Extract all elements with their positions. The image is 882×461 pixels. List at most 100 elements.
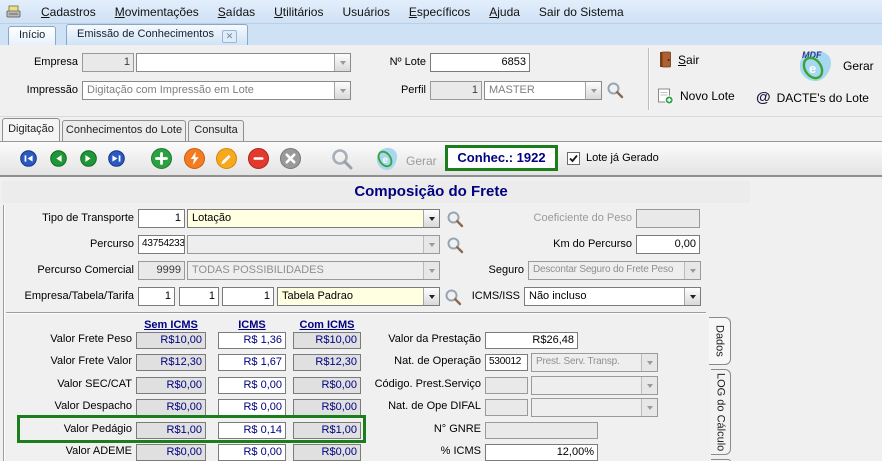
icms-iss-value: Não incluso <box>529 290 587 302</box>
menu-ajuda[interactable]: Ajuda <box>489 5 520 19</box>
chevron-down-icon[interactable] <box>334 82 350 99</box>
novo-lote-button[interactable]: Novo Lote <box>657 87 735 105</box>
sidetab-log-do-calculo[interactable]: LOG do Cálculo <box>711 369 731 455</box>
chevron-down-icon[interactable] <box>641 377 657 394</box>
ett-tabela-field[interactable]: 1 <box>179 287 219 306</box>
ett-empresa-field[interactable]: 1 <box>138 287 175 306</box>
subtab-consulta[interactable]: Consulta <box>188 120 244 141</box>
seccat-sem-icms[interactable]: R$0,00 <box>136 377 206 394</box>
col-icms-header: ICMS <box>238 319 266 331</box>
gerar-mdfe-label: Gerar <box>843 59 874 73</box>
next-record-button[interactable] <box>80 150 97 167</box>
ett-combo[interactable]: Tabela Padrao <box>277 287 440 306</box>
tab-inicio-label: Início <box>19 29 46 41</box>
impressao-combo[interactable]: Digitação com Impressão em Lote <box>82 81 351 100</box>
chevron-down-icon[interactable] <box>684 262 700 279</box>
menu-saidas[interactable]: Saídas <box>218 5 255 19</box>
chevron-down-icon[interactable] <box>684 288 700 305</box>
tab-emissao-conhecimentos[interactable]: Emissão de Conhecimentos ✕ <box>66 24 248 45</box>
door-icon <box>660 51 671 68</box>
generate-bolt-button[interactable] <box>184 148 205 169</box>
codigo-prest-combo[interactable] <box>531 376 658 395</box>
chevron-down-icon[interactable] <box>423 210 439 227</box>
percurso-combo[interactable] <box>187 235 440 254</box>
frete-peso-sem-icms[interactable]: R$10,00 <box>136 332 206 349</box>
seccat-icms[interactable]: R$ 0,00 <box>218 377 286 394</box>
empresa-code-field[interactable]: 1 <box>82 53 134 72</box>
perfil-code-field[interactable]: 1 <box>430 81 482 100</box>
menu-usuarios[interactable]: Usuários <box>342 5 389 19</box>
menu-sair-do-sistema[interactable]: Sair do Sistema <box>539 5 624 19</box>
previous-record-button[interactable] <box>50 150 67 167</box>
seguro-label: Seguro <box>488 264 524 276</box>
menu-utilitarios[interactable]: Utilitários <box>274 5 323 19</box>
chevron-down-icon[interactable] <box>423 288 439 305</box>
ett-tarifa-field[interactable]: 1 <box>222 287 274 306</box>
subtab-conhecimentos-do-lote[interactable]: Conhecimentos do Lote <box>62 120 186 141</box>
lote-field[interactable]: 6853 <box>430 53 530 72</box>
coeficiente-peso-field[interactable] <box>636 209 700 228</box>
edit-button[interactable] <box>216 148 237 169</box>
menu-especificos[interactable]: Específicos <box>409 5 470 19</box>
last-record-button[interactable] <box>108 150 125 167</box>
percurso-label: Percurso <box>89 238 134 250</box>
despacho-sem-icms[interactable]: R$0,00 <box>136 399 206 416</box>
nat-difal-combo[interactable] <box>531 398 658 417</box>
tipo-transporte-combo[interactable]: Lotação <box>187 209 440 228</box>
menu-cadastros[interactable]: Cadastros <box>41 5 96 19</box>
lote-ja-gerado-label: Lote já Gerado <box>586 152 659 164</box>
icms-iss-combo[interactable]: Não incluso <box>524 287 701 306</box>
percurso-search-icon[interactable] <box>446 236 464 254</box>
nat-operacao-code-field[interactable]: 530012 <box>485 354 528 371</box>
gerar-mdfe-button[interactable]: MDF e Gerar <box>793 48 874 84</box>
ademe-sem-icms[interactable]: R$0,00 <box>136 444 206 461</box>
frete-valor-icms[interactable]: R$ 1,67 <box>218 354 286 371</box>
delete-button[interactable] <box>248 148 269 169</box>
chevron-down-icon[interactable] <box>334 54 350 71</box>
frete-valor-sem-icms[interactable]: R$12,30 <box>136 354 206 371</box>
seguro-combo[interactable]: Descontar Seguro do Frete Peso <box>528 261 701 280</box>
icms-percent-label: % ICMS <box>440 445 481 457</box>
pedagio-sem-icms[interactable]: R$1,00 <box>136 422 206 439</box>
add-button[interactable] <box>151 148 172 169</box>
first-record-button[interactable] <box>20 150 37 167</box>
dacte-button[interactable]: @ DACTE's do Lote <box>756 89 869 106</box>
perfil-search-icon[interactable] <box>606 81 624 99</box>
gnre-field[interactable] <box>485 422 598 439</box>
frete-peso-icms[interactable]: R$ 1,36 <box>218 332 286 349</box>
lote-ja-gerado-checkbox[interactable] <box>567 152 580 165</box>
icms-percent-field[interactable]: 12,00% <box>485 444 598 461</box>
nat-operacao-label: Nat. de Operação <box>394 355 481 367</box>
ademe-icms[interactable]: R$ 0,00 <box>218 444 286 461</box>
percurso-comercial-code-field[interactable]: 9999 <box>138 261 185 280</box>
chevron-down-icon[interactable] <box>641 354 657 371</box>
despacho-icms[interactable]: R$ 0,00 <box>218 399 286 416</box>
percurso-code-field[interactable]: 43754233 <box>138 235 185 254</box>
perfil-combo[interactable]: MASTER <box>484 81 602 100</box>
codigo-prest-code-field[interactable] <box>485 377 528 394</box>
km-percurso-field[interactable]: 0,00 <box>636 235 700 254</box>
sair-button[interactable]: Sair <box>658 51 699 68</box>
chevron-down-icon[interactable] <box>423 236 439 253</box>
pedagio-icms[interactable]: R$ 0,14 <box>218 422 286 439</box>
search-button[interactable] <box>330 147 354 171</box>
cancel-button[interactable] <box>280 148 301 169</box>
sair-label: Sair <box>678 52 700 67</box>
nat-ope-difal-label: Nat. de Ope DIFAL <box>388 400 481 412</box>
impressao-value: Digitação com Impressão em Lote <box>87 84 254 96</box>
menu-movimentacoes[interactable]: Movimentações <box>115 5 199 19</box>
tipo-transporte-code-field[interactable]: 1 <box>138 209 185 228</box>
subtab-digitacao[interactable]: Digitação <box>2 118 60 141</box>
toolbar-gerar-label[interactable]: Gerar <box>406 154 437 168</box>
chevron-down-icon[interactable] <box>641 399 657 416</box>
valor-prestacao-field[interactable]: R$26,48 <box>485 332 578 349</box>
nat-difal-code-field[interactable] <box>485 399 528 416</box>
tab-close-icon[interactable]: ✕ <box>221 30 237 43</box>
tipo-transporte-search-icon[interactable] <box>446 210 464 228</box>
tab-inicio[interactable]: Início <box>8 26 57 45</box>
nat-operacao-combo[interactable]: Prest. Serv. Transp. <box>531 353 658 372</box>
empresa-name-combo[interactable] <box>136 53 351 72</box>
chevron-down-icon[interactable] <box>585 82 601 99</box>
sidetab-dados[interactable]: Dados <box>709 317 731 365</box>
svg-text:e: e <box>809 61 816 76</box>
